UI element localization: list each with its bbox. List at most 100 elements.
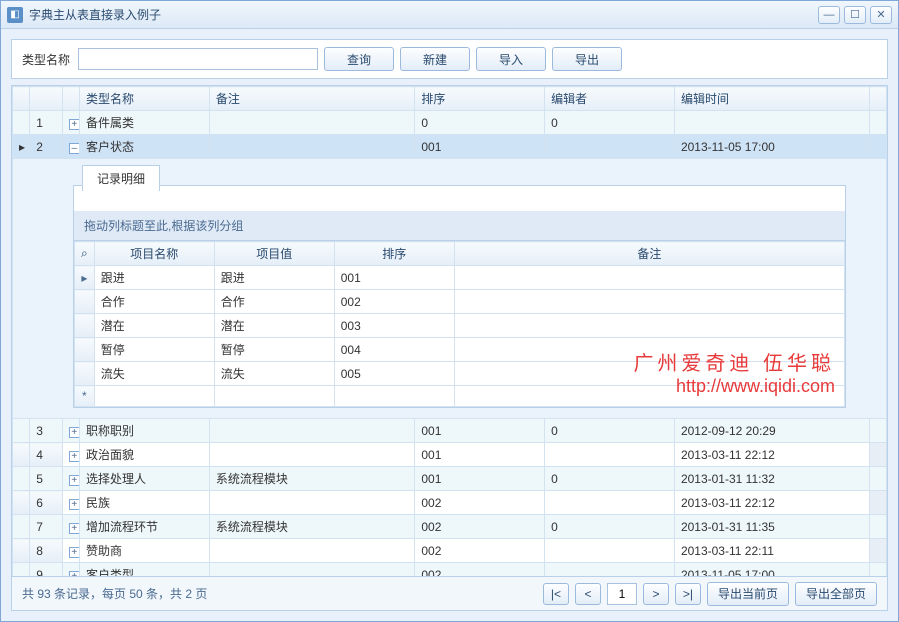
cell-sort[interactable]: 001 [415,443,545,467]
close-button[interactable]: ✕ [870,6,892,24]
cell-edittime[interactable] [674,111,869,135]
detail-cell-value[interactable]: 跟进 [214,266,334,290]
detail-cell-name[interactable]: 潜在 [94,314,214,338]
cell-edittime[interactable]: 2013-11-05 17:00 [674,135,869,159]
cell-name[interactable]: 职称职别 [80,419,210,443]
expand-icon[interactable]: + [69,475,80,486]
detail-row[interactable]: 潜在潜在003 [75,314,845,338]
cell-sort[interactable]: 001 [415,467,545,491]
prev-page-button[interactable]: < [575,583,601,605]
expand-icon[interactable]: + [69,451,80,462]
cell-edittime[interactable]: 2013-03-11 22:12 [674,491,869,515]
expander-cell[interactable]: + [62,467,79,491]
cell-remark[interactable] [209,563,415,577]
col-sort[interactable]: 排序 [415,87,545,111]
expander-cell[interactable]: + [62,443,79,467]
detail-cell-remark[interactable] [454,362,844,386]
detail-row[interactable]: 暂停暂停004 [75,338,845,362]
collapse-icon[interactable]: – [69,143,80,154]
expander-cell[interactable]: – [62,135,79,159]
cell-sort[interactable]: 001 [415,135,545,159]
detail-cell-value[interactable]: 潜在 [214,314,334,338]
detail-cell-remark[interactable] [454,314,844,338]
cell-name[interactable]: 赞助商 [80,539,210,563]
expand-icon[interactable]: + [69,499,80,510]
table-row[interactable]: ▸2–客户状态0012013-11-05 17:00 [13,135,887,159]
grid-scroll[interactable]: 类型名称 备注 排序 编辑者 编辑时间 1+备件属类00▸2–客户状态00120… [12,86,887,576]
cell-editor[interactable] [545,443,675,467]
cell-name[interactable]: 政治面貌 [80,443,210,467]
cell-sort[interactable]: 002 [415,491,545,515]
cell-editor[interactable]: 0 [545,467,675,491]
cell-name[interactable]: 增加流程环节 [80,515,210,539]
first-page-button[interactable]: |< [543,583,569,605]
detail-cell-name[interactable]: 跟进 [94,266,214,290]
detail-tab[interactable]: 记录明细 [82,165,160,191]
import-button[interactable]: 导入 [476,47,546,71]
expander-cell[interactable]: + [62,419,79,443]
cell-name[interactable]: 客户状态 [80,135,210,159]
cell-edittime[interactable]: 2013-03-11 22:12 [674,443,869,467]
detail-cell-name[interactable]: 暂停 [94,338,214,362]
cell-remark[interactable] [209,419,415,443]
group-panel[interactable]: 拖动列标题至此,根据该列分组 [74,211,845,241]
cell-sort[interactable]: 002 [415,515,545,539]
expand-icon[interactable]: + [69,119,80,130]
detail-cell-sort[interactable]: 003 [334,314,454,338]
cell-editor[interactable] [545,491,675,515]
cell-editor[interactable]: 0 [545,515,675,539]
col-editor[interactable]: 编辑者 [545,87,675,111]
table-row[interactable]: 6+民族0022013-03-11 22:12 [13,491,887,515]
cell-edittime[interactable]: 2013-01-31 11:32 [674,467,869,491]
detail-cell-sort[interactable]: 005 [334,362,454,386]
cell-name[interactable]: 选择处理人 [80,467,210,491]
detail-col-remark[interactable]: 备注 [454,242,844,266]
cell-remark[interactable] [209,135,415,159]
table-row[interactable]: 3+职称职别00102012-09-12 20:29 [13,419,887,443]
expand-icon[interactable]: + [69,427,80,438]
export-all-pages-button[interactable]: 导出全部页 [795,582,877,606]
cell-remark[interactable]: 系统流程模块 [209,515,415,539]
cell-sort[interactable]: 002 [415,563,545,577]
detail-cell-remark[interactable] [454,338,844,362]
detail-cell-value[interactable]: 流失 [214,362,334,386]
type-name-input[interactable] [78,48,318,70]
cell-sort[interactable]: 002 [415,539,545,563]
detail-col-value[interactable]: 项目值 [214,242,334,266]
detail-search-icon[interactable]: ⌕ [75,242,95,266]
cell-sort[interactable]: 001 [415,419,545,443]
table-row[interactable]: 8+赞助商0022013-03-11 22:11 [13,539,887,563]
export-button[interactable]: 导出 [552,47,622,71]
cell-editor[interactable] [545,135,675,159]
cell-editor[interactable] [545,539,675,563]
next-page-button[interactable]: > [643,583,669,605]
cell-editor[interactable]: 0 [545,111,675,135]
col-name[interactable]: 类型名称 [80,87,210,111]
cell-editor[interactable]: 0 [545,419,675,443]
cell-name[interactable]: 客户类型 [80,563,210,577]
detail-row[interactable]: 合作合作002 [75,290,845,314]
minimize-button[interactable]: — [818,6,840,24]
page-input[interactable] [607,583,637,605]
cell-editor[interactable] [545,563,675,577]
cell-remark[interactable] [209,443,415,467]
create-button[interactable]: 新建 [400,47,470,71]
cell-name[interactable]: 备件属类 [80,111,210,135]
cell-remark[interactable] [209,111,415,135]
table-row[interactable]: 5+选择处理人系统流程模块00102013-01-31 11:32 [13,467,887,491]
detail-col-name[interactable]: 项目名称 [94,242,214,266]
detail-cell-name[interactable]: 流失 [94,362,214,386]
detail-cell-sort[interactable]: 002 [334,290,454,314]
cell-edittime[interactable]: 2013-01-31 11:35 [674,515,869,539]
export-current-page-button[interactable]: 导出当前页 [707,582,789,606]
detail-new-row[interactable]: * [75,386,845,407]
detail-cell-remark[interactable] [454,266,844,290]
cell-remark[interactable] [209,491,415,515]
detail-col-sort[interactable]: 排序 [334,242,454,266]
col-remark[interactable]: 备注 [209,87,415,111]
detail-cell-sort[interactable]: 004 [334,338,454,362]
detail-cell-value[interactable]: 合作 [214,290,334,314]
expander-cell[interactable]: + [62,111,79,135]
col-edittime[interactable]: 编辑时间 [674,87,869,111]
table-row[interactable]: 7+增加流程环节系统流程模块00202013-01-31 11:35 [13,515,887,539]
